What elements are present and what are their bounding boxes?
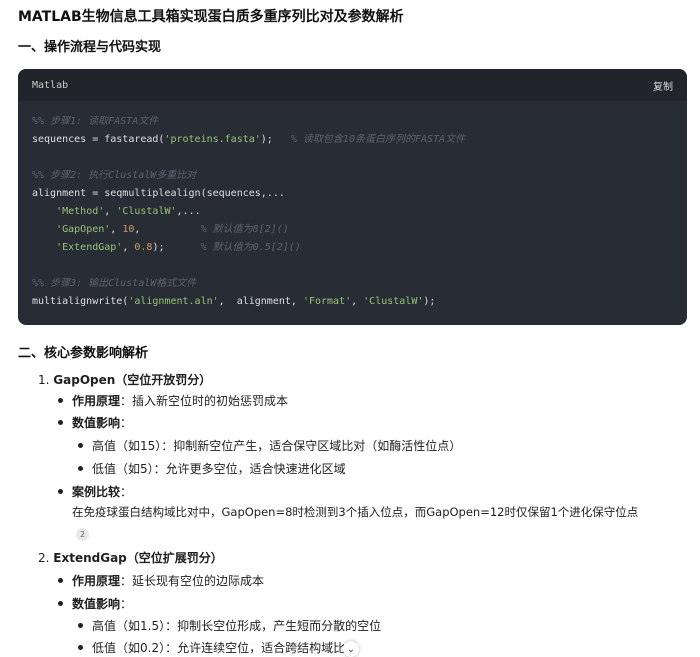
bullet-icon bbox=[58, 601, 63, 606]
code-block: Matlab 复制 %% 步骤1: 读取FASTA文件 sequences = … bbox=[18, 69, 687, 325]
list-item: 作用原理：延长现有空位的边际成本 bbox=[58, 572, 264, 589]
citation-badge[interactable]: 2 bbox=[76, 526, 89, 541]
code-line: alignment = seqmultiplealign(sequences,.… bbox=[32, 188, 285, 199]
code-content: %% 步骤1: 读取FASTA文件 sequences = fastaread(… bbox=[18, 101, 687, 323]
param-item-extendgap: 2. ExtendGap（空位扩展罚分） bbox=[38, 549, 223, 566]
code-line: 'Method', 'ClustalW',... bbox=[56, 206, 201, 217]
scroll-down-button[interactable]: ⌄ bbox=[343, 641, 359, 657]
bullet-icon bbox=[78, 645, 83, 650]
param-name: GapOpen bbox=[53, 373, 116, 387]
param-desc: （空位扩展罚分） bbox=[126, 551, 223, 565]
bullet-icon bbox=[58, 398, 63, 403]
bullet-icon bbox=[78, 443, 83, 448]
code-line: %% 步骤3: 输出ClustalW格式文件 bbox=[32, 278, 197, 289]
code-line: 'ExtendGap', 0.8); % 默认值为0.5[2]() bbox=[56, 242, 301, 253]
list-item: 案例比较在免疫球蛋白结构域比对中，GapOpen=8时检测到3个插入位点，而Ga… bbox=[58, 483, 132, 500]
bullet-icon bbox=[58, 420, 63, 425]
list-item: 高值（如15）：抑制新空位产生，适合保守区域比对（如酶活性位点） bbox=[78, 437, 461, 454]
code-line: %% 步骤1: 读取FASTA文件 bbox=[32, 116, 159, 127]
list-item: 低值（如5）：允许更多空位，适合快速进化区域 bbox=[78, 460, 346, 477]
list-number: 1. bbox=[38, 373, 50, 387]
param-desc: （空位开放罚分） bbox=[115, 373, 212, 387]
bullet-icon bbox=[58, 578, 63, 583]
list-item: 低值（如0.2）：允许连续空位，适合跨结构域比对 bbox=[78, 639, 357, 656]
code-header: Matlab 复制 bbox=[18, 69, 687, 101]
list-number: 2. bbox=[38, 551, 50, 565]
code-line: %% 步骤2: 执行ClustalW多重比对 bbox=[32, 170, 197, 181]
code-line: sequences = fastaread('proteins.fasta');… bbox=[32, 134, 466, 145]
page-title: MATLAB生物信息工具箱实现蛋白质多重序列比对及参数解析 bbox=[18, 9, 404, 25]
list-item: 数值影响： bbox=[58, 595, 132, 612]
section-heading-2: 二、核心参数影响解析 bbox=[18, 346, 149, 361]
param-item-gapopen: 1. GapOpen（空位开放罚分） bbox=[38, 371, 211, 388]
list-item: 高值（如1.5）：抑制长空位形成，产生短而分散的空位 bbox=[78, 617, 381, 634]
bullet-icon bbox=[58, 489, 63, 494]
code-language: Matlab bbox=[32, 79, 69, 91]
chevron-down-icon: ⌄ bbox=[346, 643, 356, 655]
bullet-icon bbox=[78, 466, 83, 471]
bullet-icon bbox=[78, 623, 83, 628]
copy-button[interactable]: 复制 bbox=[653, 78, 673, 93]
param-name: ExtendGap bbox=[53, 551, 127, 565]
section-heading-1: 一、操作流程与代码实现 bbox=[18, 40, 162, 55]
code-line: 'GapOpen', 10, % 默认值为8[2]() bbox=[56, 224, 289, 235]
list-item: 作用原理：插入新空位时的初始惩罚成本 bbox=[58, 392, 288, 409]
list-item: 数值影响： bbox=[58, 414, 132, 431]
case-text: 在免疫球蛋白结构域比对中，GapOpen=8时检测到3个插入位点，而GapOpe… bbox=[72, 505, 639, 519]
code-line: multialignwrite('alignment.aln', alignme… bbox=[32, 296, 436, 307]
